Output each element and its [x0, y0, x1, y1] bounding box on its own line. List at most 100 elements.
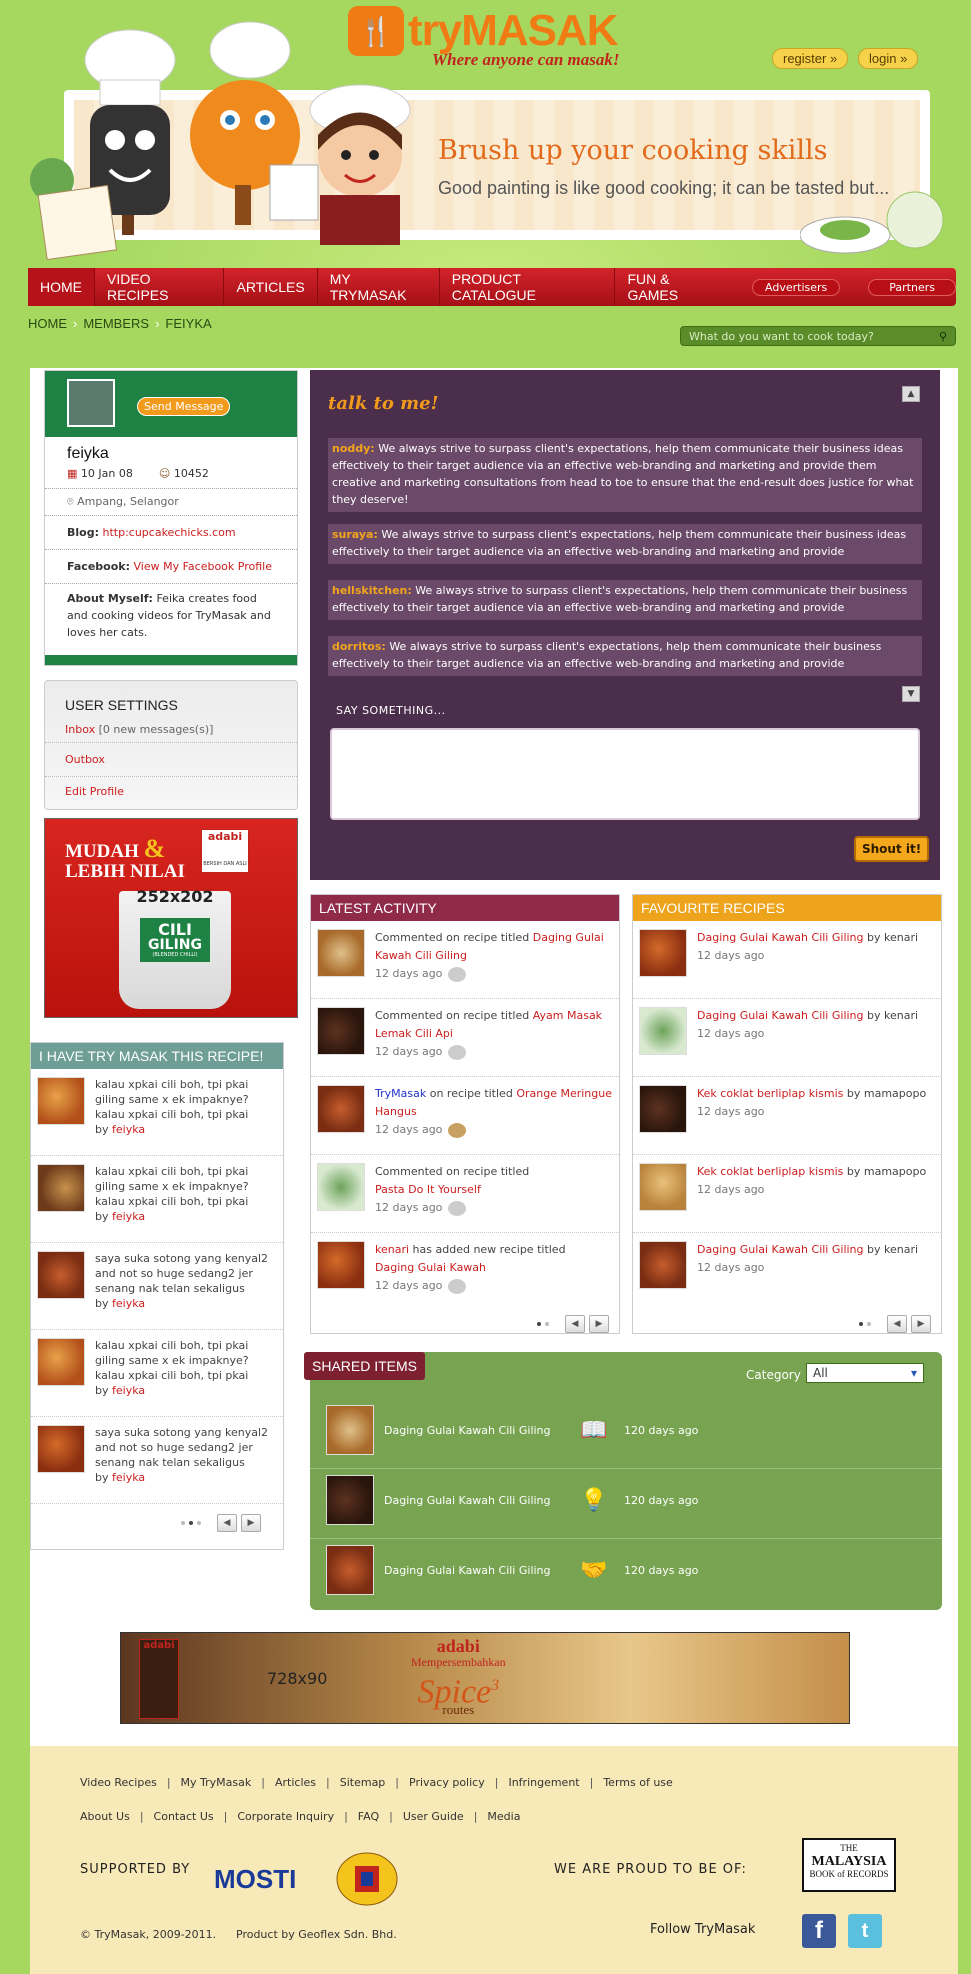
page-dot[interactable] [867, 1322, 871, 1326]
shared-item[interactable]: Daging Gulai Kawah Cili Giling 💡 120 day… [326, 1470, 926, 1530]
prev-arrow-icon[interactable]: ◀ [565, 1315, 585, 1333]
user-link[interactable]: kenari [884, 1243, 918, 1256]
site-logo[interactable]: 🍴 tryMASAK Where anyone can masak! [348, 6, 648, 76]
list-item[interactable]: kalau xpkai cili boh, tpi pkai giling sa… [31, 1330, 283, 1417]
recipe-thumbnail[interactable] [317, 1163, 365, 1211]
next-arrow-icon[interactable]: ▶ [241, 1514, 261, 1532]
search-input[interactable]: What do you want to cook today? ⚲ [680, 326, 956, 346]
footer-link[interactable]: Privacy policy [409, 1776, 485, 1789]
nav-articles[interactable]: ARTICLES [224, 268, 318, 306]
user-link[interactable]: kenari [884, 931, 918, 944]
avatar[interactable] [67, 379, 115, 427]
inbox-link[interactable]: Inbox [65, 723, 95, 736]
footer-link[interactable]: Video Recipes [80, 1776, 157, 1789]
footer-link[interactable]: Corporate Inquiry [237, 1810, 334, 1823]
user-link[interactable]: mamapopo [864, 1087, 926, 1100]
footer-link[interactable]: Infringement [508, 1776, 579, 1789]
send-message-button[interactable]: Send Message [137, 397, 231, 416]
recipe-thumbnail[interactable] [639, 1241, 687, 1289]
recipe-thumbnail[interactable] [317, 1241, 365, 1289]
scroll-up-icon[interactable]: ▲ [902, 386, 920, 402]
recipe-thumbnail[interactable] [326, 1405, 374, 1455]
page-dot[interactable] [181, 1521, 185, 1525]
user-link[interactable]: feiyka [112, 1471, 145, 1484]
footer-link[interactable]: Terms of use [603, 1776, 672, 1789]
shout-textarea[interactable] [330, 728, 920, 820]
nav-video-recipes[interactable]: VIDEO RECIPES [95, 268, 225, 306]
list-item[interactable]: saya suka sotong yang kenyal2 and not so… [31, 1243, 283, 1330]
malaysia-book-of-records-logo[interactable]: THE MALAYSIA BOOK of RECORDS [802, 1838, 896, 1892]
edit-profile-link[interactable]: Edit Profile [65, 785, 124, 798]
blog-link[interactable]: http:cupcakechicks.com [103, 526, 236, 539]
page-dot[interactable] [197, 1521, 201, 1525]
login-button[interactable]: login » [858, 48, 919, 69]
adabi-side-ad[interactable]: MUDAH & LEBIH NILAI adabi BERSIH DAN ASL… [44, 818, 298, 1018]
search-icon[interactable]: ⚲ [939, 330, 947, 343]
recipe-thumbnail[interactable] [317, 1085, 365, 1133]
breadcrumb-members[interactable]: MEMBERS [83, 316, 149, 331]
recipe-thumbnail[interactable] [639, 1007, 687, 1055]
user-link[interactable]: mamapopo [864, 1165, 926, 1178]
facebook-icon[interactable]: f [802, 1914, 836, 1948]
user-link[interactable]: feiyka [112, 1123, 145, 1136]
page-dot[interactable] [189, 1521, 193, 1525]
breadcrumb-home[interactable]: HOME [28, 316, 67, 331]
footer-link[interactable]: My TryMasak [181, 1776, 252, 1789]
outbox-link[interactable]: Outbox [65, 753, 105, 766]
recipe-thumbnail[interactable] [37, 1338, 85, 1386]
recipe-thumbnail[interactable] [326, 1545, 374, 1595]
footer-link[interactable]: Contact Us [154, 1810, 214, 1823]
recipe-thumbnail[interactable] [37, 1251, 85, 1299]
user-link[interactable]: feiyka [112, 1297, 145, 1310]
recipe-thumbnail[interactable] [317, 929, 365, 977]
footer-link[interactable]: Articles [275, 1776, 316, 1789]
partners-button[interactable]: Partners [868, 278, 956, 296]
recipe-thumbnail[interactable] [37, 1425, 85, 1473]
nav-my-trymasak[interactable]: MY TRYMASAK [318, 268, 440, 306]
facebook-profile-link[interactable]: View My Facebook Profile [133, 560, 271, 573]
twitter-icon[interactable]: t [848, 1914, 882, 1948]
adabi-banner-ad[interactable]: adabi 728x90 adabi Mempersembahkan Spice… [120, 1632, 850, 1724]
list-item[interactable]: kalau xpkai cili boh, tpi pkai giling sa… [31, 1069, 283, 1156]
nav-fun-games[interactable]: FUN & GAMES [615, 268, 732, 306]
recipe-thumbnail[interactable] [639, 929, 687, 977]
user-link[interactable]: kenari [884, 1009, 918, 1022]
mosti-logo[interactable]: MOSTI [214, 1864, 296, 1895]
register-button[interactable]: register » [772, 48, 849, 69]
advertisers-button[interactable]: Advertisers [752, 278, 841, 296]
footer-link[interactable]: Media [487, 1810, 520, 1823]
recipe-link[interactable]: Daging Gulai Kawah Cili Giling [697, 931, 864, 944]
prev-arrow-icon[interactable]: ◀ [217, 1514, 237, 1532]
list-item[interactable]: saya suka sotong yang kenyal2 and not so… [31, 1417, 283, 1504]
shared-item[interactable]: Daging Gulai Kawah Cili Giling 📖 120 day… [326, 1400, 926, 1460]
footer-link[interactable]: FAQ [358, 1810, 379, 1823]
shared-item[interactable]: Daging Gulai Kawah Cili Giling 🤝 120 day… [326, 1540, 926, 1600]
prev-arrow-icon[interactable]: ◀ [887, 1315, 907, 1333]
government-crest-icon[interactable] [330, 1848, 404, 1910]
recipe-thumbnail[interactable] [326, 1475, 374, 1525]
page-dot[interactable] [545, 1322, 549, 1326]
page-dot[interactable] [537, 1322, 541, 1326]
recipe-thumbnail[interactable] [639, 1163, 687, 1211]
footer-link[interactable]: User Guide [403, 1810, 464, 1823]
recipe-link[interactable]: Kek coklat berliplap kismis [697, 1087, 843, 1100]
footer-link[interactable]: About Us [80, 1810, 130, 1823]
actor-link[interactable]: kenari [375, 1243, 409, 1256]
next-arrow-icon[interactable]: ▶ [589, 1315, 609, 1333]
recipe-link[interactable]: Daging Gulai Kawah [375, 1261, 486, 1274]
recipe-link[interactable]: Daging Gulai Kawah Cili Giling [697, 1009, 864, 1022]
shout-button[interactable]: Shout it! [854, 836, 930, 862]
recipe-link[interactable]: Kek coklat berliplap kismis [697, 1165, 843, 1178]
scroll-down-icon[interactable]: ▼ [902, 686, 920, 702]
category-select[interactable]: All ▾ [806, 1363, 924, 1383]
recipe-thumbnail[interactable] [639, 1085, 687, 1133]
footer-link[interactable]: Sitemap [340, 1776, 386, 1789]
recipe-thumbnail[interactable] [317, 1007, 365, 1055]
list-item[interactable]: kalau xpkai cili boh, tpi pkai giling sa… [31, 1156, 283, 1243]
recipe-thumbnail[interactable] [37, 1077, 85, 1125]
next-arrow-icon[interactable]: ▶ [911, 1315, 931, 1333]
page-dot[interactable] [859, 1322, 863, 1326]
actor-link[interactable]: TryMasak [375, 1087, 426, 1100]
user-link[interactable]: feiyka [112, 1210, 145, 1223]
nav-product-catalogue[interactable]: PRODUCT CATALOGUE [440, 268, 616, 306]
